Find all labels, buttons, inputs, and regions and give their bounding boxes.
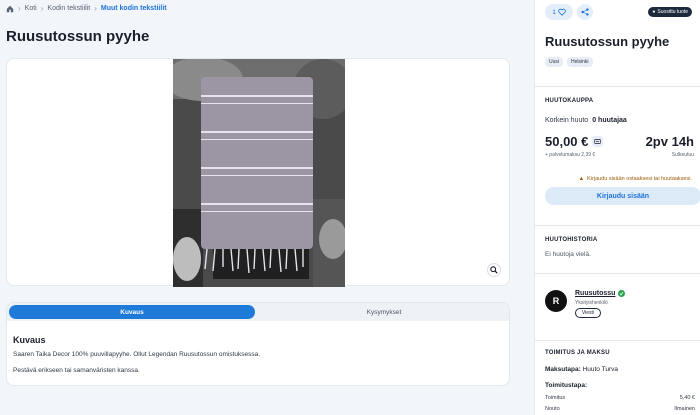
seller-name[interactable]: Ruusutossu xyxy=(575,290,626,297)
divider xyxy=(535,86,700,87)
bidder-count: 0 huutajaa xyxy=(592,117,627,124)
price-value: 50,00 € xyxy=(545,134,589,149)
login-button[interactable]: Kirjaudu sisään xyxy=(545,187,700,205)
tab-questions[interactable]: Kysymykset xyxy=(259,305,509,319)
heart-icon xyxy=(558,8,566,16)
tag-condition: Uusi xyxy=(545,57,564,67)
chevron-right-icon: › xyxy=(18,4,21,13)
sidebar-title: Ruusutossun pyyhe xyxy=(545,34,670,49)
zoom-button[interactable] xyxy=(487,263,501,277)
delivery-option: Toimitus 5,40 € xyxy=(545,395,695,401)
delivery-label: Toimitustapa: xyxy=(545,382,588,389)
warning-icon: ▲ xyxy=(578,176,585,182)
badge-icon: ● xyxy=(652,9,656,15)
share-button[interactable] xyxy=(577,4,593,20)
towel-photo-illustration xyxy=(173,59,345,287)
seller-name-text: Ruusutossu xyxy=(575,290,616,297)
delivery-option-price: 5,40 € xyxy=(679,395,695,401)
badge-label: Suosittu tuote xyxy=(657,9,688,15)
share-icon xyxy=(581,8,589,16)
history-section-label: HUUTOHISTORIA xyxy=(545,237,598,243)
shipping-section-label: TOIMITUS JA MAKSU xyxy=(545,350,610,356)
payment-value: Huuto Turva xyxy=(582,366,618,373)
highest-bid: Korkein huuto 0 huutajaa xyxy=(545,117,627,124)
check-icon xyxy=(618,290,626,297)
chevron-right-icon: › xyxy=(94,4,97,13)
service-fee: + palvelumaksu 2,39 € xyxy=(545,152,596,158)
product-photo[interactable] xyxy=(173,59,345,287)
seller-type: Yksityishenkilö xyxy=(575,300,608,306)
breadcrumb-item-category[interactable]: Kodin tekstiilit xyxy=(47,5,90,12)
login-warning: ▲ Kirjaudu sisään ostaaksesi tai huutaak… xyxy=(545,176,692,182)
highest-bid-label: Korkein huuto xyxy=(545,117,589,124)
delivery-method-label: Toimitustapa: xyxy=(545,382,587,389)
ends-label: Sulkeutuu xyxy=(671,152,694,158)
description-line: Saaren Taika Decor 100% puuvillapyyhe. O… xyxy=(13,351,261,358)
breadcrumb-item-current[interactable]: Muut kodin tekstiilit xyxy=(101,5,167,12)
breadcrumb-item-home[interactable]: Koti xyxy=(25,5,37,12)
tag-list: Uusi Helsinki xyxy=(545,57,593,67)
delivery-option-price: Ilmainen xyxy=(674,406,695,412)
description-heading: Kuvaus xyxy=(13,335,46,345)
seller-avatar[interactable]: R xyxy=(545,290,567,312)
description-line: Pestävä erikseen tai samanväristen kanss… xyxy=(13,367,140,374)
divider xyxy=(535,340,700,341)
sidebar: 1 ● Suosittu tuote Ruusutossun pyyhe Uus… xyxy=(534,0,700,415)
home-icon[interactable] xyxy=(6,5,14,13)
chevron-right-icon: › xyxy=(40,4,44,13)
divider xyxy=(535,225,700,226)
message-button[interactable]: Viesti xyxy=(575,308,601,318)
description-card: Kuvaus Kysymykset Kuvaus Saaren Taika De… xyxy=(6,302,510,386)
payment-method: Maksutapa: Huuto Turva xyxy=(545,366,618,373)
price-info-icon[interactable] xyxy=(592,136,604,147)
main-column: › Koti › Kodin tekstiilit › Muut kodin t… xyxy=(0,0,518,415)
delivery-option: Nouto Ilmainen xyxy=(545,406,695,412)
zoom-icon xyxy=(490,266,498,274)
page-title: Ruusutossun pyyhe xyxy=(6,28,150,45)
bid-history-empty: Ei huutoja vielä. xyxy=(545,251,591,258)
delivery-option-label: Nouto xyxy=(545,406,560,412)
breadcrumb: › Koti › Kodin tekstiilit › Muut kodin t… xyxy=(6,4,167,13)
price: 50,00 € xyxy=(545,134,604,149)
favorite-button[interactable]: 1 xyxy=(545,4,573,20)
image-gallery xyxy=(6,58,510,287)
auction-section-label: HUUTOKAUPPA xyxy=(545,98,594,104)
time-left: 2pv 14h xyxy=(645,134,694,149)
tab-description[interactable]: Kuvaus xyxy=(9,305,255,319)
tag-location: Helsinki xyxy=(567,57,593,67)
payment-label: Maksutapa: xyxy=(545,366,581,373)
favorite-count: 1 xyxy=(552,8,556,16)
tab-bar: Kuvaus Kysymykset xyxy=(7,303,509,321)
login-warning-text: Kirjaudu sisään ostaaksesi tai huutaakse… xyxy=(587,176,692,182)
delivery-option-label: Toimitus xyxy=(545,395,566,401)
popular-badge: ● Suosittu tuote xyxy=(648,7,692,17)
divider xyxy=(535,273,700,274)
